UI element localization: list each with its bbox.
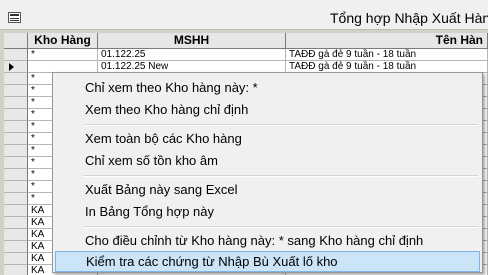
title-bar: Tổng hợp Nhập Xuất Hàng <box>0 0 488 30</box>
column-header-kho-hang[interactable]: Kho Hàng <box>28 33 98 49</box>
row-selector[interactable] <box>4 217 28 229</box>
table-row[interactable]: * 01.122.25 TAĐĐ gà đẻ 9 tuần - 18 tuần <box>4 49 488 61</box>
menu-item-view-this-warehouse[interactable]: Chỉ xem theo Kho hàng này: * <box>55 77 480 98</box>
row-selector[interactable] <box>4 121 28 133</box>
row-selector[interactable] <box>4 181 28 193</box>
row-selector[interactable] <box>4 49 28 61</box>
row-selector[interactable] <box>4 133 28 145</box>
context-menu: Chỉ xem theo Kho hàng này: * Xem theo Kh… <box>52 72 483 273</box>
row-selector[interactable] <box>4 145 28 157</box>
row-selector[interactable] <box>4 97 28 109</box>
menu-item-print-summary[interactable]: In Bảng Tổng hợp này <box>55 201 480 222</box>
window-title: Tổng hợp Nhập Xuất Hàng <box>330 10 488 26</box>
menu-item-export-excel[interactable]: Xuất Bảng này sang Excel <box>55 179 480 200</box>
row-selector[interactable] <box>4 109 28 121</box>
menu-item-adjust-transfer[interactable]: Cho điều chỉnh từ Kho hàng này: * sang K… <box>55 230 480 251</box>
window-icon[interactable] <box>8 12 21 23</box>
menu-item-check-vouchers[interactable]: Kiểm tra các chứng từ Nhập Bù Xuất lố kh… <box>55 251 480 272</box>
menu-item-negative-stock-only[interactable]: Chỉ xem số tồn kho âm <box>55 150 480 171</box>
row-selector[interactable] <box>4 85 28 97</box>
row-selector[interactable] <box>4 265 28 275</box>
row-selector[interactable] <box>4 253 28 265</box>
menu-separator <box>83 175 478 177</box>
column-header-mshh[interactable]: MSHH <box>98 33 286 49</box>
row-selector[interactable] <box>4 157 28 169</box>
cell-kho-hang[interactable]: * <box>28 49 98 61</box>
cell-ten-hang[interactable]: TAĐĐ gà đẻ 9 tuần - 18 tuần <box>286 49 488 61</box>
menu-item-view-all-warehouses[interactable]: Xem toàn bộ các Kho hàng <box>55 128 480 149</box>
row-selector[interactable] <box>4 229 28 241</box>
row-selector[interactable] <box>4 241 28 253</box>
menu-separator <box>83 124 478 126</box>
row-selector[interactable] <box>4 73 28 85</box>
menu-item-view-specified-warehouse[interactable]: Xem theo Kho hàng chỉ định <box>55 99 480 120</box>
row-selector[interactable] <box>4 61 28 73</box>
row-selector-header[interactable] <box>4 33 28 49</box>
column-header-ten-hang[interactable]: Tên Hàn <box>286 33 488 49</box>
row-selector[interactable] <box>4 169 28 181</box>
current-row-pointer-icon <box>9 63 14 71</box>
row-selector[interactable] <box>4 205 28 217</box>
menu-separator <box>83 226 478 228</box>
row-selector[interactable] <box>4 193 28 205</box>
cell-mshh[interactable]: 01.122.25 <box>98 49 286 61</box>
